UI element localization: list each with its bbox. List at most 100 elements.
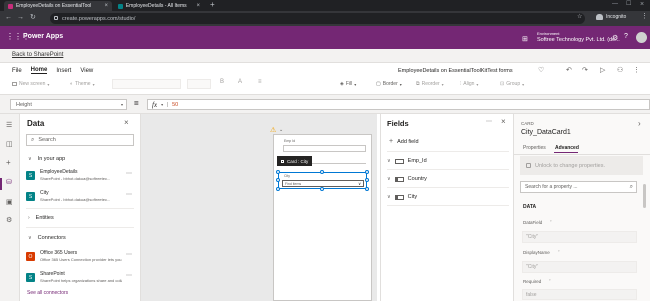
reload-icon[interactable]: ↻ — [30, 14, 36, 21]
resize-handle[interactable] — [276, 187, 280, 191]
data-search-input[interactable]: ⌕ Search — [26, 134, 134, 146]
close-window-icon[interactable]: × — [640, 1, 644, 8]
browser-tab[interactable]: EmployeeDetails - All Items × — [114, 1, 204, 11]
more-options-icon[interactable]: ⋯ — [486, 118, 492, 125]
required-input[interactable]: false — [522, 289, 637, 300]
in-your-app-section[interactable]: ∨ In your app — [28, 156, 65, 162]
more-options-icon[interactable]: ⋮ — [633, 66, 640, 74]
resize-handle[interactable] — [365, 170, 369, 174]
forward-icon[interactable]: → — [17, 14, 24, 21]
align-icon: ⫶ — [460, 81, 462, 87]
environment-label: Environment — [537, 31, 560, 36]
fx-icon[interactable]: fx — [148, 101, 161, 109]
fill-button[interactable]: ◈ Fill ▾ — [340, 81, 356, 87]
chevron-down-icon[interactable]: ⌄ — [279, 127, 283, 133]
minimize-icon[interactable]: — — [612, 1, 618, 7]
fill-icon: ◈ — [340, 81, 344, 87]
connector-desc: SharePoint helps organizations share and… — [40, 278, 122, 283]
bold-icon[interactable]: B — [220, 79, 224, 85]
entities-section[interactable]: › Entities — [28, 215, 54, 221]
city-combobox[interactable]: Find items ∨ — [282, 180, 364, 187]
resize-handle[interactable] — [365, 187, 369, 191]
more-options-icon[interactable]: ⋯ — [126, 272, 132, 279]
share-icon[interactable]: ⚇ — [617, 66, 623, 74]
tree-view-icon[interactable]: ◫ — [6, 140, 13, 148]
menu-view[interactable]: View — [80, 68, 93, 74]
chevron-down-icon: ∨ — [387, 158, 391, 164]
align-button[interactable]: ⫶ Align ▾ — [460, 81, 478, 87]
field-row-country[interactable]: ∨ Country — [387, 173, 509, 185]
play-icon[interactable]: ▷ — [600, 66, 605, 74]
add-field-button[interactable]: + Add field — [389, 138, 419, 145]
back-to-sharepoint-link[interactable]: Back to SharePoint — [12, 52, 63, 58]
data-icon[interactable]: ⛁ — [6, 178, 12, 186]
card-name: City_DataCard1 — [521, 129, 571, 136]
menu-file[interactable]: File — [12, 68, 22, 74]
property-dropdown[interactable]: Height ▾ — [10, 99, 127, 110]
bookmark-star-icon[interactable]: ☆ — [577, 14, 582, 20]
search-placeholder: Search for a property ... — [525, 184, 578, 190]
resize-handle[interactable] — [320, 170, 324, 174]
menu-icon[interactable]: ☰ — [6, 121, 12, 129]
tab-properties[interactable]: Properties — [523, 145, 546, 151]
theme-button[interactable]: ◐ Theme ▾ — [70, 81, 95, 87]
chevron-down-icon: ∨ — [358, 181, 361, 186]
reorder-button[interactable]: ⧉ Reorder ▾ — [416, 81, 444, 87]
resize-handle[interactable] — [276, 178, 280, 182]
close-tab-icon[interactable]: × — [196, 3, 200, 9]
resize-handle[interactable] — [365, 178, 369, 182]
close-icon[interactable]: × — [501, 117, 506, 126]
avatar[interactable] — [636, 32, 647, 43]
field-row-emp-id[interactable]: ∨ Emp_Id — [387, 155, 509, 167]
browser-tab-active[interactable]: EmployeeDetails on EssentialTool × — [4, 1, 112, 11]
back-icon[interactable]: ← — [5, 14, 12, 21]
resize-handle[interactable] — [320, 187, 324, 191]
property-value: Height — [16, 101, 32, 108]
close-icon[interactable]: × — [124, 118, 129, 127]
maximize-icon[interactable]: ☐ — [626, 1, 631, 7]
scrollbar[interactable] — [643, 184, 646, 208]
more-options-icon[interactable]: ⋯ — [126, 191, 132, 198]
font-dropdown[interactable] — [112, 79, 181, 89]
unlock-button[interactable]: Unlock to change properties. — [520, 156, 643, 175]
displayname-input[interactable]: "City" — [522, 261, 637, 273]
new-tab-icon[interactable]: + — [210, 1, 215, 9]
emp-id-input[interactable] — [283, 145, 366, 152]
settings-icon[interactable]: ⚙ — [612, 34, 618, 42]
chevron-down-icon: ▾ — [522, 81, 525, 87]
undo-icon[interactable]: ↶ — [566, 66, 572, 74]
tab-advanced[interactable]: Advanced — [555, 145, 579, 151]
close-tab-icon[interactable]: × — [104, 3, 108, 9]
connectors-section[interactable]: ∨ Connectors — [28, 235, 66, 241]
more-options-icon[interactable]: ⋯ — [126, 251, 132, 258]
resize-handle[interactable] — [276, 170, 280, 174]
formula-input[interactable]: fx ▾ 50 — [147, 99, 650, 110]
property-search-input[interactable]: Search for a property ... ⌕ — [520, 181, 637, 193]
datafield-input[interactable]: "City" — [522, 231, 637, 243]
environment-icon: ⊞ — [522, 36, 528, 43]
menu-home[interactable]: Home — [30, 67, 48, 74]
chevron-right-icon[interactable]: › — [638, 119, 641, 128]
new-screen-button[interactable]: New screen ▾ — [12, 81, 49, 87]
environment-name[interactable]: Softree Technology Pvt. Ltd. (de... — [537, 37, 620, 43]
advanced-tools-icon[interactable]: ⚙ — [6, 216, 12, 224]
insert-icon[interactable]: + — [6, 158, 11, 167]
text-color-icon[interactable]: A — [238, 79, 242, 85]
font-size-input[interactable] — [187, 79, 211, 89]
align-text-icon[interactable]: ≡ — [258, 79, 262, 85]
menu-insert[interactable]: Insert — [56, 68, 71, 74]
field-row-city[interactable]: ∨ City — [387, 191, 509, 203]
help-icon[interactable]: ? — [624, 33, 628, 40]
app-checker-icon[interactable]: ♡ — [538, 66, 544, 74]
chevron-down-icon: ∨ — [387, 176, 391, 182]
media-icon[interactable]: ▣ — [6, 198, 13, 206]
more-menu-icon[interactable]: ⋮ — [641, 13, 648, 20]
group-button[interactable]: ⊡ Group ▾ — [500, 81, 524, 87]
incognito-profile[interactable]: Incognito — [596, 14, 626, 20]
border-button[interactable]: ▢ Border ▾ — [376, 81, 402, 87]
redo-icon[interactable]: ↷ — [582, 66, 588, 74]
more-options-icon[interactable]: ⋯ — [126, 170, 132, 177]
warning-icon[interactable]: ⚠ — [270, 126, 276, 134]
address-bar[interactable]: create.powerapps.com/studio/ — [50, 13, 585, 24]
see-all-connectors-link[interactable]: See all connectors — [27, 290, 68, 296]
